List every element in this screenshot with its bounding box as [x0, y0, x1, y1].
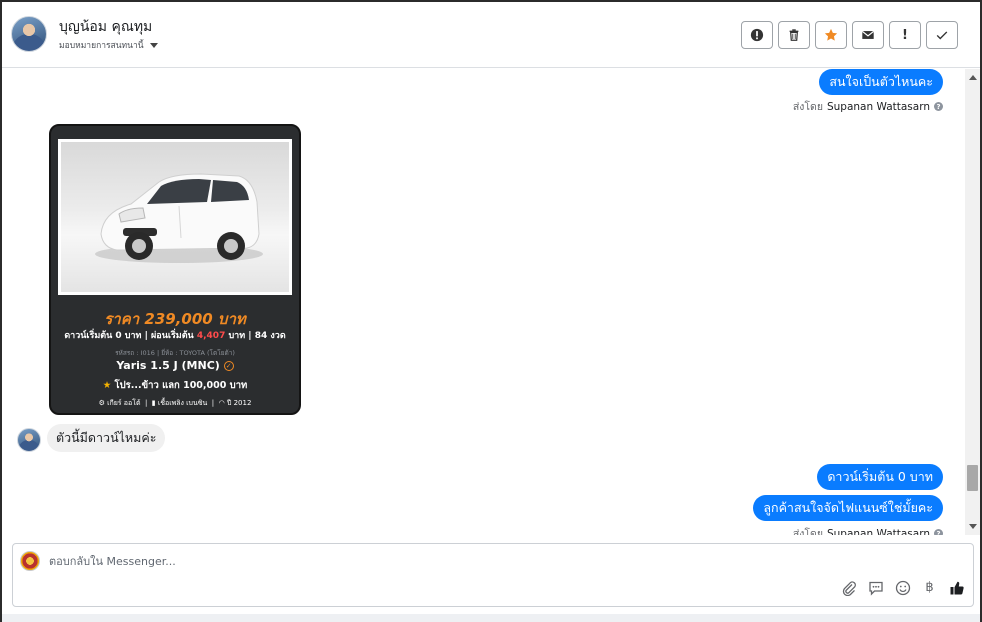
- done-button[interactable]: [926, 21, 958, 49]
- car-promo: ★ โปร...ข้าว แลก 100,000 บาท: [102, 380, 248, 391]
- contact-name[interactable]: บุญน้อม คุณทุม: [59, 16, 152, 38]
- star-button[interactable]: [815, 21, 847, 49]
- follow-up-button[interactable]: !: [889, 21, 921, 49]
- outgoing-message[interactable]: ดาวน์เริ่มต้น 0 บาท: [817, 464, 943, 490]
- car-photo: [58, 139, 292, 295]
- help-icon[interactable]: ?: [934, 529, 943, 535]
- caret-down-icon: [149, 42, 158, 48]
- thumbs-up-icon: [950, 581, 964, 594]
- page-avatar: [20, 551, 40, 571]
- verified-check-icon: ✓: [223, 361, 234, 371]
- scroll-thumb[interactable]: [967, 465, 978, 491]
- outgoing-message[interactable]: สนใจเป็นตัวไหนคะ: [819, 69, 943, 95]
- down-payment-line: ดาวน์เริ่มต้น 0 บาท | ผ่อนเริ่มต้น 4,407…: [64, 331, 286, 341]
- agent-name: Supanan Wattasarn: [826, 100, 930, 113]
- smiley-icon: [895, 580, 910, 595]
- saved-replies-button[interactable]: [867, 579, 884, 596]
- help-icon[interactable]: ?: [934, 102, 943, 111]
- conversation-header: บุญน้อม คุณทุม มอบหมายการสนทนานี้ !: [2, 2, 980, 68]
- sent-by-prefix: ส่งโดย: [792, 528, 823, 535]
- payment-button[interactable]: ฿: [921, 579, 938, 596]
- attach-button[interactable]: [840, 579, 857, 596]
- bottom-strip: [2, 614, 980, 622]
- car-listing-card[interactable]: ราคา 239,000 บาท ดาวน์เริ่มต้น 0 บาท | ผ…: [49, 124, 301, 415]
- scroll-down-arrow-icon[interactable]: [969, 524, 977, 529]
- mark-unread-button[interactable]: [852, 21, 884, 49]
- star-icon: ★: [102, 380, 112, 391]
- message-composer: ฿: [12, 543, 974, 607]
- composer-tools: ฿: [840, 579, 965, 596]
- inbox-window: บุญน้อม คุณทุม มอบหมายการสนทนานี้ ! สนใจ…: [0, 0, 982, 622]
- thread-scrollbar[interactable]: [965, 69, 980, 535]
- assign-conversation-dropdown[interactable]: มอบหมายการสนทนานี้: [59, 38, 158, 52]
- fuel-icon: ▮: [151, 399, 156, 407]
- star-icon: [824, 28, 838, 41]
- assign-label: มอบหมายการสนทนานี้: [59, 41, 144, 51]
- contact-avatar[interactable]: [11, 16, 47, 52]
- conversation-toolbar: !: [741, 21, 958, 49]
- check-icon: [936, 31, 948, 40]
- paperclip-icon: [842, 580, 856, 596]
- agent-name: Supanan Wattasarn: [826, 527, 930, 536]
- car-specs: ⚙ เกียร์ ออโต้ | ▮ เชื้อเพลิง เบนซิน | ◠…: [98, 399, 252, 407]
- envelope-icon: [861, 30, 875, 39]
- calendar-icon: ◠: [218, 399, 225, 407]
- installment-amount: 4,407: [196, 331, 226, 341]
- message-thread[interactable]: สนใจเป็นตัวไหนคะ ส่งโดย Supanan Wattasar…: [2, 69, 964, 535]
- incoming-message[interactable]: ตัวนี้มีดาวน์ไหมค่ะ: [47, 424, 166, 452]
- trash-icon: [789, 29, 799, 41]
- sent-by-label: ส่งโดย Supanan Wattasarn ?: [793, 525, 943, 535]
- car-image: [95, 173, 263, 263]
- sent-by-prefix: ส่งโดย: [792, 101, 823, 113]
- emoji-button[interactable]: [894, 579, 911, 596]
- baht-icon: ฿: [925, 580, 934, 595]
- outgoing-message[interactable]: ลูกค้าสนใจจัดไฟแนนซ์ใช่มั้ยคะ: [753, 495, 943, 521]
- sent-by-label: ส่งโดย Supanan Wattasarn ?: [793, 98, 943, 115]
- car-model: Yaris 1.5 J (MNC) ✓: [51, 359, 299, 372]
- spam-button[interactable]: [741, 21, 773, 49]
- chat-bubble-icon: [868, 581, 883, 596]
- delete-button[interactable]: [778, 21, 810, 49]
- gear-icon: ⚙: [98, 399, 105, 407]
- car-meta: รหัสรถ : I016 | ยี่ห้อ : TOYOTA (โตโยต้า…: [115, 349, 235, 357]
- alert-circle-icon: [750, 28, 764, 42]
- exclamation-icon: !: [902, 27, 908, 43]
- scroll-up-arrow-icon[interactable]: [969, 75, 977, 80]
- reply-input[interactable]: [49, 552, 649, 570]
- contact-avatar-small: [17, 428, 41, 452]
- like-button[interactable]: [948, 579, 965, 596]
